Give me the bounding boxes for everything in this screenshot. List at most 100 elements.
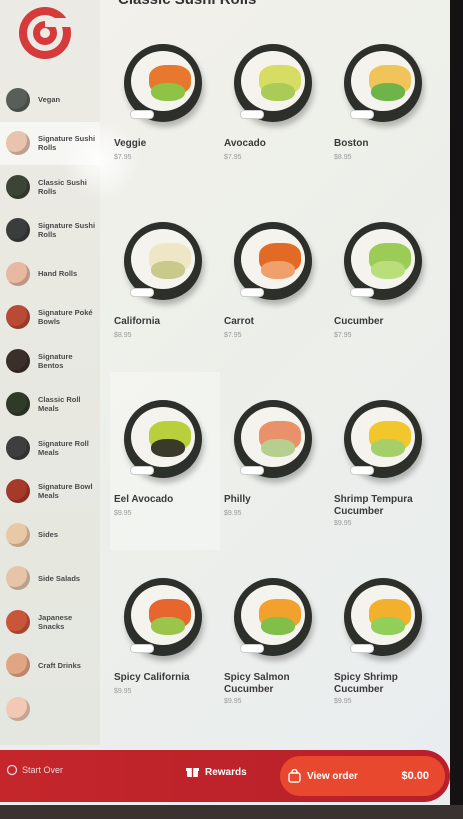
category-label: Signature Poké Bowls [38, 308, 93, 327]
category-item[interactable] [0, 687, 100, 731]
sushi-roll-image [124, 400, 202, 478]
roll-filling-secondary [151, 83, 185, 101]
category-thumbnail [6, 653, 30, 678]
rice-layer [241, 407, 305, 467]
category-thumbnail [6, 305, 30, 330]
menu-item-card[interactable]: Spicy California $9.95 [110, 550, 220, 728]
category-item[interactable]: Vegan [0, 78, 100, 122]
category-item[interactable]: Sides [0, 513, 100, 557]
category-item[interactable]: Signature Roll Meals [0, 426, 100, 470]
rice-layer [241, 585, 305, 645]
item-name: California [114, 316, 161, 327]
menu-item-card[interactable]: California $8.95 [110, 194, 220, 372]
item-price: $7.95 [334, 332, 352, 339]
category-item[interactable]: Signature Poké Bowls [0, 296, 100, 340]
item-price: $7.95 [114, 154, 132, 161]
bottom-bar: Start Over Rewards View order $0.00 [0, 750, 450, 802]
start-over-button[interactable]: Start Over [6, 764, 63, 776]
roll-filling-secondary [151, 261, 185, 279]
menu-item-card[interactable]: Veggie $7.95 [110, 16, 220, 194]
category-item[interactable]: Hand Rolls [0, 252, 100, 296]
menu-item-card[interactable]: Avocado $7.95 [220, 16, 330, 194]
category-item[interactable]: Signature Sushi Rolls [0, 121, 100, 165]
category-item[interactable]: Craft Drinks [0, 644, 100, 688]
category-label: Vegan [38, 95, 61, 105]
device-bezel-bottom [0, 805, 463, 819]
item-price: $8.95 [334, 154, 352, 161]
menu-item-card[interactable]: Carrot $7.95 [220, 194, 330, 372]
section-title: Classic Sushi Rolls [118, 0, 256, 8]
item-name: Spicy California [114, 672, 190, 683]
category-label: Signature Roll Meals [38, 438, 89, 457]
item-name: Spicy Shrimp Cucumber [334, 672, 398, 695]
view-order-button[interactable]: View order $0.00 [280, 756, 445, 796]
category-item[interactable]: Signature Sushi Rolls [0, 209, 100, 253]
item-badge [350, 466, 374, 475]
sushi-roll-image [344, 400, 422, 478]
category-label: Signature Bentos [38, 351, 73, 370]
item-badge [130, 644, 154, 653]
sushi-roll-image [124, 222, 202, 300]
category-label: Classic Sushi Rolls [38, 177, 87, 196]
restart-icon [6, 764, 18, 776]
category-item[interactable]: Classic Roll Meals [0, 383, 100, 427]
item-name: Eel Avocado [114, 494, 174, 505]
category-item[interactable]: Classic Sushi Rolls [0, 165, 100, 209]
item-price: $9.95 [224, 510, 242, 517]
item-name: Cucumber [334, 316, 384, 327]
item-badge [350, 644, 374, 653]
roll-filling-secondary [371, 439, 405, 457]
item-price: $7.95 [224, 332, 242, 339]
category-thumbnail [6, 261, 30, 286]
rice-layer [131, 51, 195, 111]
rice-layer [351, 229, 415, 289]
menu-item-card[interactable]: Philly $9.95 [220, 372, 330, 550]
category-item[interactable]: Signature Bentos [0, 339, 100, 383]
gift-icon [186, 768, 199, 777]
rewards-label: Rewards [205, 766, 247, 778]
sushi-roll-image [234, 222, 312, 300]
category-thumbnail [6, 348, 30, 373]
category-sidebar: Vegan Signature Sushi Rolls Classic Sushi … [0, 0, 140, 745]
brand-logo [19, 7, 71, 59]
category-thumbnail [6, 174, 30, 199]
menu-item-card[interactable]: Boston $8.95 [330, 16, 440, 194]
category-thumbnail [6, 87, 30, 112]
rice-layer [351, 407, 415, 467]
menu-grid: Veggie $7.95 Avocado $7.95 Boston $8.95 Califo… [110, 16, 440, 728]
view-order-label: View order [307, 770, 358, 782]
category-item[interactable]: Side Salads [0, 557, 100, 601]
item-name: Veggie [114, 138, 147, 149]
category-item[interactable]: Signature Bowl Meals [0, 470, 100, 514]
item-name: Boston [334, 138, 369, 149]
item-price: $9.95 [114, 688, 132, 695]
item-price: $9.95 [224, 698, 242, 705]
item-name: Carrot [224, 316, 255, 327]
item-price: $9.95 [114, 510, 132, 517]
start-over-label: Start Over [22, 765, 64, 775]
category-item[interactable]: Japanese Snacks [0, 600, 100, 644]
roll-filling-secondary [261, 83, 295, 101]
order-total: $0.00 [401, 770, 429, 782]
menu-item-card[interactable]: Cucumber $7.95 [330, 194, 440, 372]
menu-item-card[interactable]: Shrimp Tempura Cucumber $9.95 [330, 372, 440, 550]
item-price: $9.95 [334, 520, 352, 527]
rewards-button[interactable]: Rewards [186, 766, 247, 778]
sushi-roll-image [234, 400, 312, 478]
category-thumbnail [6, 218, 30, 243]
sushi-roll-image [344, 44, 422, 122]
roll-filling-secondary [151, 617, 185, 635]
rice-layer [241, 229, 305, 289]
menu-item-card[interactable]: Spicy Shrimp Cucumber $9.95 [330, 550, 440, 728]
category-thumbnail [6, 696, 30, 721]
menu-item-card[interactable]: Spicy Salmon Cucumber $9.95 [220, 550, 330, 728]
item-name: Avocado [224, 138, 266, 149]
category-thumbnail [6, 609, 30, 634]
item-badge [350, 110, 374, 119]
roll-filling-secondary [371, 261, 405, 279]
item-name: Philly [224, 494, 251, 505]
rice-layer [131, 229, 195, 289]
bag-icon [288, 769, 301, 783]
menu-item-card[interactable]: Eel Avocado $9.95 [110, 372, 220, 550]
category-list: Vegan Signature Sushi Rolls Classic Sushi … [0, 78, 100, 731]
